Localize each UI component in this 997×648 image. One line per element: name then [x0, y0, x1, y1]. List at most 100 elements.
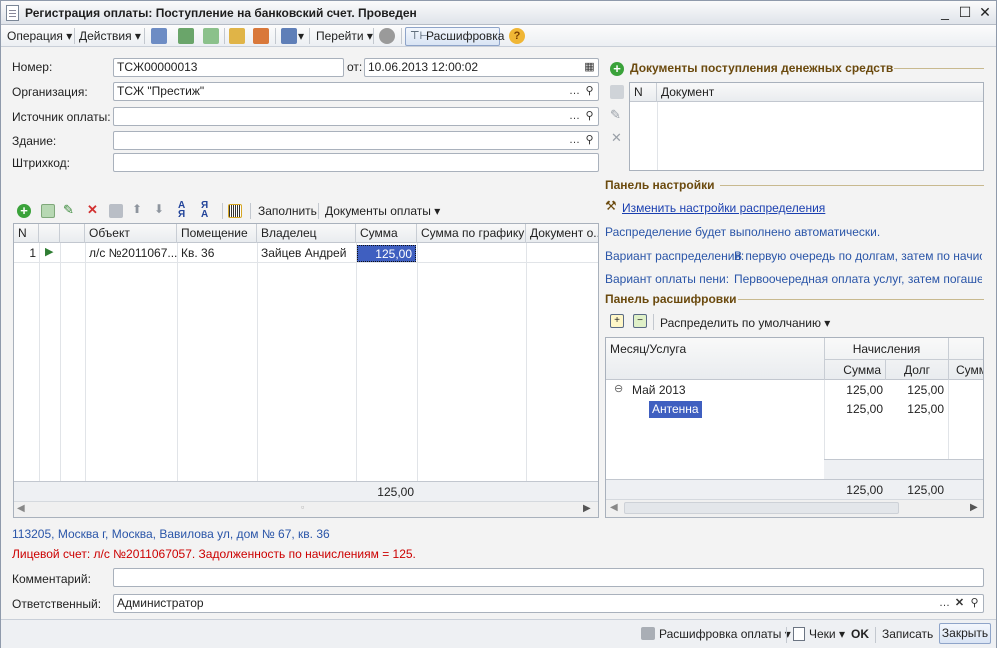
based-on-dropdown[interactable]: ▾ — [298, 28, 304, 44]
scroll-left-icon[interactable]: ◀ — [17, 503, 25, 514]
copy-row-icon[interactable] — [41, 204, 55, 218]
col-room[interactable]: Помещение — [177, 224, 257, 243]
docs-col-document[interactable]: Документ — [657, 83, 983, 102]
move-down-icon[interactable]: ⬇ — [154, 202, 164, 216]
sort-asc-icon[interactable]: AЯ — [178, 201, 185, 220]
close-form-button[interactable]: Закрыть — [939, 623, 991, 644]
payment-docs-menu[interactable]: Документы оплаты ▾ — [325, 204, 440, 218]
row-object[interactable]: л/с №2011067... — [89, 246, 177, 260]
org-field[interactable]: ТСЖ "Престиж" … ⚲ — [113, 82, 599, 101]
move-up-icon[interactable]: ⬆ — [132, 202, 142, 216]
building-field[interactable]: … ⚲ — [113, 131, 599, 150]
refresh-icon[interactable] — [178, 28, 194, 44]
row-owner[interactable]: Зайцев Андрей — [261, 246, 346, 260]
comment-field[interactable] — [113, 568, 984, 587]
help-icon[interactable]: ? — [509, 28, 525, 44]
based-on-icon[interactable] — [281, 28, 297, 44]
fill-button[interactable]: Заполнить — [258, 204, 317, 218]
decode-toggle-button[interactable]: ⊤⊢ Расшифровка — [405, 27, 504, 46]
col-document[interactable]: Документ о... — [526, 224, 598, 243]
title-bar: Регистрация оплаты: Поступление на банко… — [1, 1, 996, 25]
maximize-button[interactable]: ☐ — [956, 4, 974, 22]
table-row[interactable]: 1 ▶ л/с №2011067... Кв. 36 Зайцев Андрей… — [14, 244, 598, 263]
section-divider — [738, 299, 984, 300]
select-ellipsis-button[interactable]: … — [567, 83, 582, 100]
checks-menu[interactable]: Чеки ▾ — [809, 627, 845, 641]
tree-collapse-icon[interactable]: ⊖ — [614, 382, 623, 395]
tree-col-sum2[interactable]: Сумм — [956, 363, 983, 377]
settings-gear-icon[interactable] — [379, 28, 395, 44]
ok-button[interactable]: OK — [851, 627, 869, 641]
save-button[interactable]: Записать — [882, 627, 933, 641]
edit-pencil-icon[interactable]: ✎ — [63, 202, 74, 218]
delete-document-icon[interactable]: ✕ — [611, 130, 622, 146]
col-icon[interactable] — [39, 224, 60, 243]
col-object[interactable]: Объект — [85, 224, 177, 243]
minimize-button[interactable]: _ — [936, 4, 954, 22]
tree-row-service[interactable]: Антенна 125,00 125,00 — [606, 400, 983, 419]
col-owner[interactable]: Владелец — [257, 224, 356, 243]
scroll-right-icon[interactable]: ▶ — [970, 502, 978, 513]
decode-payment-menu[interactable]: Расшифровка оплаты ▾ — [659, 627, 791, 641]
edit-document-icon[interactable]: ✎ — [610, 107, 621, 123]
horizontal-scrollbar[interactable]: ◀ ▫ ▶ — [14, 501, 598, 517]
tree-row-month[interactable]: ⊖ Май 2013 125,00 125,00 — [606, 381, 983, 400]
clear-icon[interactable]: ✕ — [952, 595, 967, 612]
collapse-all-icon[interactable]: − — [633, 314, 647, 328]
open-search-icon[interactable]: ⚲ — [582, 83, 597, 100]
number-field[interactable]: ТСЖ00000013 — [113, 58, 344, 77]
scroll-right-icon[interactable]: ▶ — [583, 503, 591, 514]
copy-icon[interactable] — [203, 28, 219, 44]
row-sum-cell[interactable]: 125,00 — [357, 245, 416, 262]
barcode-icon[interactable] — [228, 204, 242, 218]
row-room[interactable]: Кв. 36 — [181, 246, 214, 260]
copy-document-icon[interactable] — [610, 85, 624, 99]
add-document-icon[interactable]: + — [610, 62, 624, 76]
distribute-default-menu[interactable]: Распределить по умолчанию ▾ — [660, 316, 830, 330]
operation-menu[interactable]: Операция ▾ — [7, 28, 72, 44]
select-ellipsis-button[interactable]: … — [567, 132, 582, 149]
toolbar-separator — [401, 28, 402, 44]
sort-desc-icon[interactable]: ЯA — [201, 201, 208, 220]
post-icon[interactable] — [229, 28, 245, 44]
responsible-label: Ответственный: — [12, 597, 102, 611]
tree-horizontal-scrollbar[interactable]: ◀ ▶ — [606, 499, 983, 517]
change-settings-link[interactable]: Изменить настройки распределения — [622, 201, 825, 215]
scroll-thumb-grip[interactable]: ▫ — [301, 502, 304, 512]
tree-col-month[interactable]: Месяц/Услуга — [610, 342, 686, 356]
responsible-field[interactable]: Администратор … ✕ ⚲ — [113, 594, 984, 613]
tree-footer-empty — [824, 459, 983, 479]
delete-icon[interactable]: ✕ — [87, 202, 98, 218]
scroll-left-icon[interactable]: ◀ — [610, 502, 618, 513]
goto-menu[interactable]: Перейти ▾ — [316, 28, 373, 44]
settings-section-title: Панель настройки — [605, 178, 715, 192]
post-and-close-icon[interactable] — [151, 28, 167, 44]
tree-col-accruals[interactable]: Начисления — [825, 342, 948, 356]
calendar-icon[interactable]: ▦ — [582, 59, 597, 76]
end-edit-icon[interactable] — [109, 204, 123, 218]
col-sum[interactable]: Сумма — [356, 224, 417, 243]
col-sum-schedule[interactable]: Сумма по графику — [417, 224, 526, 243]
col-flag[interactable] — [60, 224, 85, 243]
source-field[interactable]: … ⚲ — [113, 107, 599, 126]
actions-menu[interactable]: Действия ▾ — [79, 28, 141, 44]
open-search-icon[interactable]: ⚲ — [582, 108, 597, 125]
expand-all-icon[interactable]: + — [610, 314, 624, 328]
variant-value[interactable]: В первую очередь по долгам, затем по нач… — [734, 249, 982, 263]
col-n[interactable]: N — [14, 224, 39, 243]
open-search-icon[interactable]: ⚲ — [967, 595, 982, 612]
tree-col-debt[interactable]: Долг — [886, 363, 948, 377]
penalty-value[interactable]: Первоочередная оплата услуг, затем погаш… — [734, 272, 982, 286]
select-ellipsis-button[interactable]: … — [937, 595, 952, 612]
select-ellipsis-button[interactable]: … — [567, 108, 582, 125]
tree-col-sum[interactable]: Сумма — [825, 363, 885, 377]
close-button[interactable]: ✕ — [976, 4, 994, 22]
tree-row-debt: 125,00 — [907, 402, 944, 416]
date-field[interactable]: 10.06.2013 12:00:02 ▦ — [364, 58, 599, 77]
open-search-icon[interactable]: ⚲ — [582, 132, 597, 149]
barcode-field[interactable] — [113, 153, 599, 172]
add-row-icon[interactable]: + — [17, 204, 31, 218]
docs-col-n[interactable]: N — [630, 83, 657, 102]
unpost-icon[interactable] — [253, 28, 269, 44]
scroll-thumb[interactable] — [624, 502, 899, 514]
